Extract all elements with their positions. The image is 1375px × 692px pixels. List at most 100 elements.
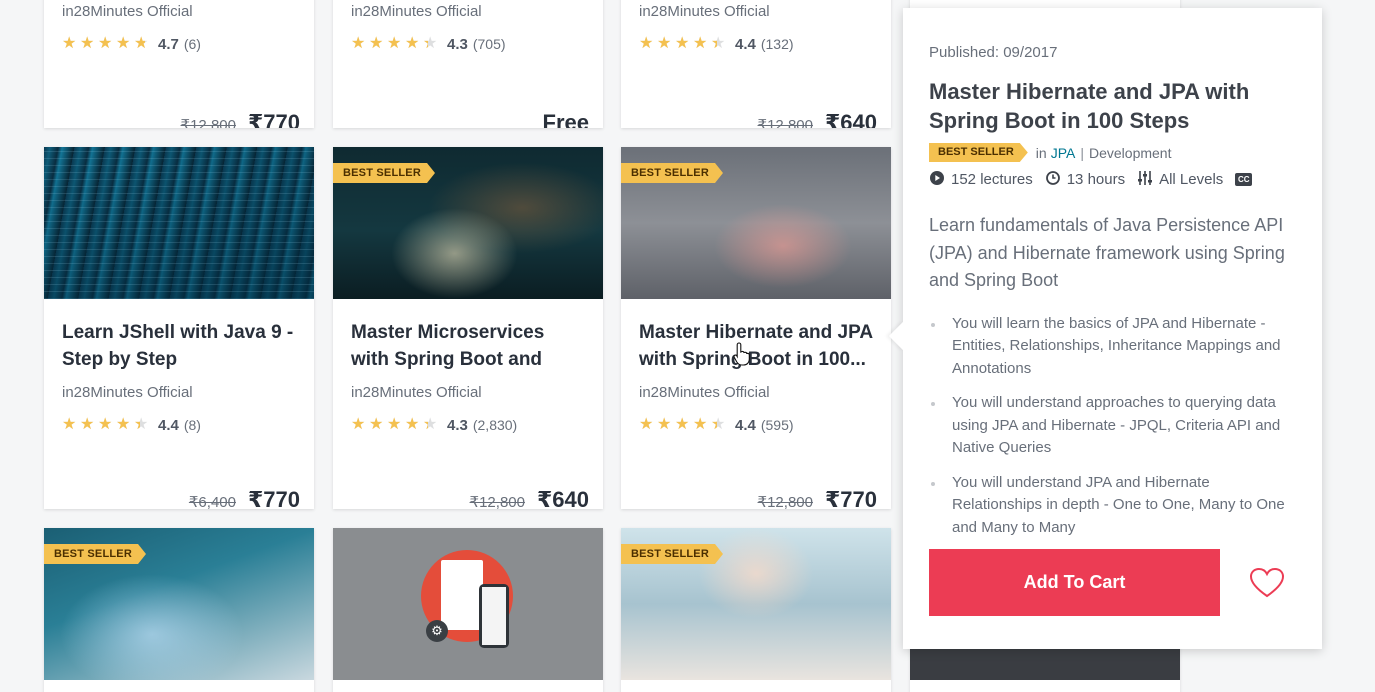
duration-stat: 13 hours <box>1045 171 1125 188</box>
original-price: ₹12,800 <box>469 494 525 509</box>
heart-icon[interactable] <box>1250 566 1284 600</box>
rating-count: (6) <box>183 36 201 52</box>
course-details-popover: Published: 09/2017 Master Hibernate and … <box>888 8 1322 649</box>
star-rating-icons: ★★★★★★★★★★ <box>62 417 150 433</box>
rating-count: (8) <box>183 417 201 433</box>
popover-actions: Add To Cart <box>929 549 1284 616</box>
objective-item: You will understand JPA and Hibernate Re… <box>929 472 1296 540</box>
original-price: ₹12,800 <box>757 494 813 509</box>
course-title[interactable]: Master Hibernate and JPA with Spring Boo… <box>639 319 873 373</box>
star-icon: ★★ <box>711 416 726 433</box>
course-thumbnail: BEST SELLER <box>333 147 603 299</box>
star-icon: ★★ <box>387 416 402 433</box>
course-card[interactable]: in28Minutes Official ★★★★★★★★★★ 4.4 (132… <box>621 0 891 128</box>
current-price: ₹770 <box>824 487 877 509</box>
course-thumbnail: BEST SELLER <box>44 528 314 680</box>
course-instructor: in28Minutes Official <box>351 384 482 401</box>
star-rating-icons: ★★★★★★★★★★ <box>639 417 727 433</box>
star-icon: ★★ <box>675 416 690 433</box>
course-listing: in28Minutes Official ★ ★ ★ ★ ★ ★ ★ ★ ★ ★ 4.7 (6) … <box>0 0 1375 692</box>
star-icon: ★★ <box>116 416 131 433</box>
course-rating: ★ ★ ★ ★ ★ ★ ★ ★ ★ ★ 4.7 (6) <box>62 34 296 54</box>
star-icon: ★★ <box>351 416 366 433</box>
closed-captions-icon: CC <box>1235 173 1253 186</box>
rating-value: 4.7 <box>158 35 179 53</box>
star-icon: ★★ <box>639 416 654 433</box>
star-icon: ★★ <box>369 416 384 433</box>
objective-item: You will understand approaches to queryi… <box>929 392 1296 460</box>
rating-count: (595) <box>760 417 794 433</box>
star-icon: ★★ <box>639 35 654 52</box>
sliders-icon <box>1137 170 1153 189</box>
course-instructor: in28Minutes Official <box>639 3 770 20</box>
learning-objectives: You will learn the basics of JPA and Hib… <box>929 313 1296 540</box>
rating-value: 4.4 <box>158 416 179 434</box>
bestseller-badge: BEST SELLER <box>621 163 723 183</box>
rating-value: 4.4 <box>735 35 756 53</box>
separator: | <box>1080 144 1084 161</box>
current-price: ₹770 <box>247 110 300 128</box>
star-rating-icons: ★★★★★★★★★★ <box>639 36 727 52</box>
star-icon: ★★ <box>423 35 438 52</box>
current-price: Free <box>542 110 589 128</box>
star-icon: ★★ <box>351 35 366 52</box>
star-icon: ★★ <box>675 35 690 52</box>
level-label: All Levels <box>1159 171 1224 188</box>
clock-icon <box>1045 171 1061 188</box>
course-description: Learn fundamentals of Java Persistence A… <box>929 215 1285 290</box>
course-rating: ★★★★★★★★★★ 4.4 (595) <box>639 415 873 435</box>
course-card[interactable]: BEST SELLER <box>44 528 314 692</box>
price-row: ₹12,800 ₹770 <box>181 110 300 128</box>
course-instructor: in28Minutes Official <box>62 3 193 20</box>
star-icon: ★★ <box>116 35 131 52</box>
lectures-stat: 152 lectures <box>929 171 1033 188</box>
star-icon: ★★ <box>134 416 149 433</box>
course-meta: BEST SELLER in JPA | Development <box>929 143 1296 162</box>
price-row: Free <box>543 110 589 128</box>
course-title[interactable]: Learn JShell with Java 9 - Step by Step <box>62 319 296 373</box>
category-link[interactable]: JPA <box>1051 145 1076 161</box>
star-rating-icons: ★★★★★★★★★★ <box>351 417 439 433</box>
bestseller-badge: BEST SELLER <box>929 143 1028 162</box>
lectures-count: 152 lectures <box>951 171 1033 188</box>
course-card[interactable]: in28Minutes Official ★★★★★★★★★★ 4.3 (705… <box>333 0 603 128</box>
in-label: in <box>1035 144 1047 161</box>
course-card[interactable]: Learn JShell with Java 9 - Step by Step … <box>44 147 314 509</box>
price-row: ₹6,400 ₹770 <box>189 487 300 509</box>
course-thumbnail: BEST SELLER <box>621 528 891 680</box>
course-card[interactable]: BEST SELLER Master Microservices with Sp… <box>333 147 603 509</box>
popover-course-title[interactable]: Master Hibernate and JPA with Spring Boo… <box>929 77 1296 135</box>
course-card[interactable]: ⚙ <box>333 528 603 692</box>
play-icon <box>929 171 945 188</box>
phone-icon <box>479 584 509 648</box>
course-card[interactable]: BEST SELLER <box>621 528 891 692</box>
star-icon: ★★ <box>693 416 708 433</box>
document-icon <box>441 560 483 630</box>
rating-value: 4.3 <box>447 416 468 434</box>
star-icon: ★★ <box>693 35 708 52</box>
gear-icon: ⚙ <box>426 620 448 642</box>
rating-value: 4.4 <box>735 416 756 434</box>
bestseller-badge: BEST SELLER <box>621 544 723 564</box>
course-thumbnail: ⚙ <box>333 528 603 680</box>
course-card[interactable]: in28Minutes Official ★ ★ ★ ★ ★ ★ ★ ★ ★ ★ 4.7 (6) … <box>44 0 314 128</box>
course-stats: 152 lectures 13 hours All Levels CC <box>929 170 1296 189</box>
star-icon: ★★ <box>711 35 726 52</box>
published-date: Published: 09/2017 <box>929 44 1058 61</box>
star-icon: ★★ <box>80 416 95 433</box>
price-row: ₹12,800 ₹770 <box>758 487 877 509</box>
star-icon: ★★ <box>423 416 438 433</box>
star-icon: ★★ <box>405 35 420 52</box>
course-instructor: in28Minutes Official <box>62 384 193 401</box>
course-rating: ★★★★★★★★★★ 4.3 (705) <box>351 34 585 54</box>
star-rating-icons: ★★★★★★★★★★ <box>351 36 439 52</box>
star-icon: ★★ <box>80 35 95 52</box>
add-to-cart-button[interactable]: Add To Cart <box>929 549 1220 616</box>
popover-arrow <box>888 321 918 351</box>
original-price: ₹12,800 <box>180 117 236 128</box>
bestseller-badge: BEST SELLER <box>44 544 146 564</box>
star-icon: ★★ <box>387 35 402 52</box>
course-card-hovered[interactable]: BEST SELLER Master Hibernate and JPA wit… <box>621 147 891 509</box>
course-title[interactable]: Master Microservices with Spring Boot an… <box>351 319 585 373</box>
price-row: ₹12,800 ₹640 <box>758 110 877 128</box>
